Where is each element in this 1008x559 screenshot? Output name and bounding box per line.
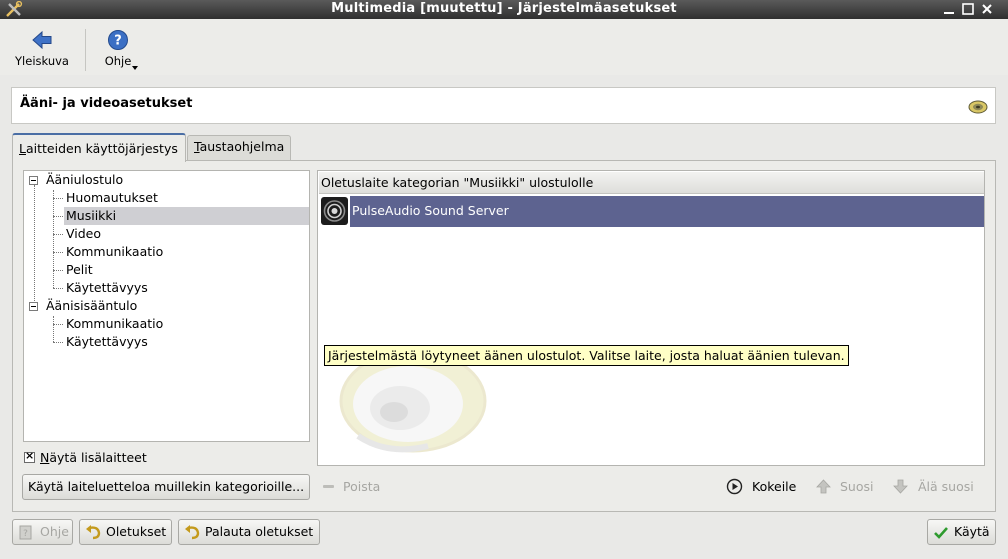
tab-device-preference-mnemonic: L [19, 141, 26, 156]
back-overview-label: Yleiskuva [15, 54, 69, 68]
defaults-button[interactable]: Oletukset [79, 519, 172, 545]
apply-button[interactable]: Käytä [927, 519, 996, 545]
prefer-device-label: Suosi [840, 479, 874, 494]
test-device-label: Kokeile [752, 479, 797, 494]
tree-guide-line [53, 198, 63, 199]
help-menu-label: Ohje [104, 54, 132, 68]
sound-server-icon [321, 197, 348, 225]
window-title: Multimedia [muutettu] - Järjestelmäasetu… [331, 1, 677, 16]
show-advanced-devices-mnemonic: N [40, 450, 50, 465]
tab-backend-label: austaohjelma [199, 139, 285, 154]
checkbox-box[interactable]: × [24, 449, 35, 463]
tree-item-music[interactable]: Musiikki [64, 207, 309, 225]
category-tree[interactable]: Ääniulostulo Huomautukset Musiikki Video… [23, 170, 310, 442]
tree-guide-line [53, 324, 63, 325]
window-titlebar[interactable]: Multimedia [muutettu] - Järjestelmäasetu… [0, 0, 1008, 19]
tree-item-accessibility[interactable]: Käytettävyys [66, 279, 148, 297]
tree-item-input-communication[interactable]: Kommunikaatio [66, 315, 163, 333]
module-header: Ääni- ja videoasetukset [11, 87, 996, 124]
minimize-icon[interactable] [942, 2, 956, 16]
help-button-label: Ohje [40, 524, 69, 539]
back-overview-button[interactable]: Yleiskuva [12, 29, 72, 73]
reset-button[interactable]: Palauta oletukset [178, 519, 320, 545]
collapse-icon[interactable] [29, 176, 38, 185]
show-advanced-devices-label: Näytä lisälaitteet [40, 450, 147, 465]
remove-device-label: Poista [343, 479, 381, 494]
checkmark-icon [934, 527, 948, 539]
speaker-icon [968, 100, 988, 114]
tab-backend[interactable]: Taustaohjelma [187, 135, 291, 160]
apply-button-label: Käytä [954, 524, 990, 539]
show-advanced-devices-label-rest: äytä lisälaitteet [49, 450, 147, 465]
tree-guide-line [53, 342, 63, 343]
apply-device-list-button[interactable]: Käytä laiteluetteloa muillekin kategorio… [22, 474, 310, 500]
svg-text:?: ? [114, 34, 122, 49]
dropdown-arrow-icon [132, 66, 138, 70]
device-list[interactable]: Oletuslaite kategorian "Musiikki" ulostu… [317, 170, 985, 466]
tree-guide-line [53, 288, 63, 289]
tree-guide-line [34, 185, 35, 311]
checkbox-mark: × [25, 449, 35, 462]
tab-device-preference-label: aitteiden käyttöjärjestys [25, 141, 178, 156]
maximize-icon[interactable] [961, 2, 975, 16]
undo-icon [185, 525, 200, 540]
svg-text:?: ? [23, 529, 28, 539]
tree-group-audio-input[interactable]: Äänisisääntulo [46, 297, 137, 315]
defaults-button-label: Oletukset [106, 524, 167, 539]
defer-device-label: Älä suosi [918, 479, 974, 494]
tree-guide-line [53, 316, 54, 342]
close-icon[interactable] [980, 2, 994, 16]
tree-item-games[interactable]: Pelit [66, 261, 93, 279]
help-menu-button[interactable]: ? Ohje [98, 29, 138, 73]
tree-group-audio-output[interactable]: Ääniulostulo [46, 171, 123, 189]
back-arrow-icon [32, 30, 52, 50]
tree-guide-line [53, 216, 63, 217]
tree-guide-line [53, 252, 63, 253]
device-list-tooltip: Järjestelmästä löytyneet äänen ulostulot… [324, 345, 849, 366]
tab-device-preference[interactable]: Laitteiden käyttöjärjestys [12, 133, 186, 162]
undo-icon [86, 525, 101, 540]
reset-button-label: Palauta oletukset [205, 524, 314, 539]
play-icon [726, 478, 743, 495]
remove-icon [323, 485, 334, 488]
help-icon: ? [108, 30, 128, 50]
tree-item-video[interactable]: Video [66, 225, 101, 243]
toolbar: Yleiskuva ? Ohje [0, 19, 1008, 75]
tree-guide-line [53, 190, 54, 288]
tree-item-input-accessibility[interactable]: Käytettävyys [66, 333, 148, 351]
arrow-up-icon [816, 479, 831, 494]
collapse-icon[interactable] [29, 302, 38, 311]
arrow-down-icon [893, 479, 908, 494]
help-book-icon: ? [19, 525, 32, 540]
module-title: Ääni- ja videoasetukset [20, 96, 193, 111]
tree-item-notifications[interactable]: Huomautukset [66, 189, 158, 207]
tree-guide-line [53, 234, 63, 235]
tree-item-communication[interactable]: Kommunikaatio [66, 243, 163, 261]
device-list-header: Oletuslaite kategorian "Musiikki" ulostu… [319, 172, 984, 194]
help-button[interactable]: ? Ohje [12, 519, 73, 545]
tree-guide-line [53, 270, 63, 271]
device-row-pulseaudio[interactable]: PulseAudio Sound Server [350, 196, 984, 227]
toolbar-separator [85, 29, 86, 71]
